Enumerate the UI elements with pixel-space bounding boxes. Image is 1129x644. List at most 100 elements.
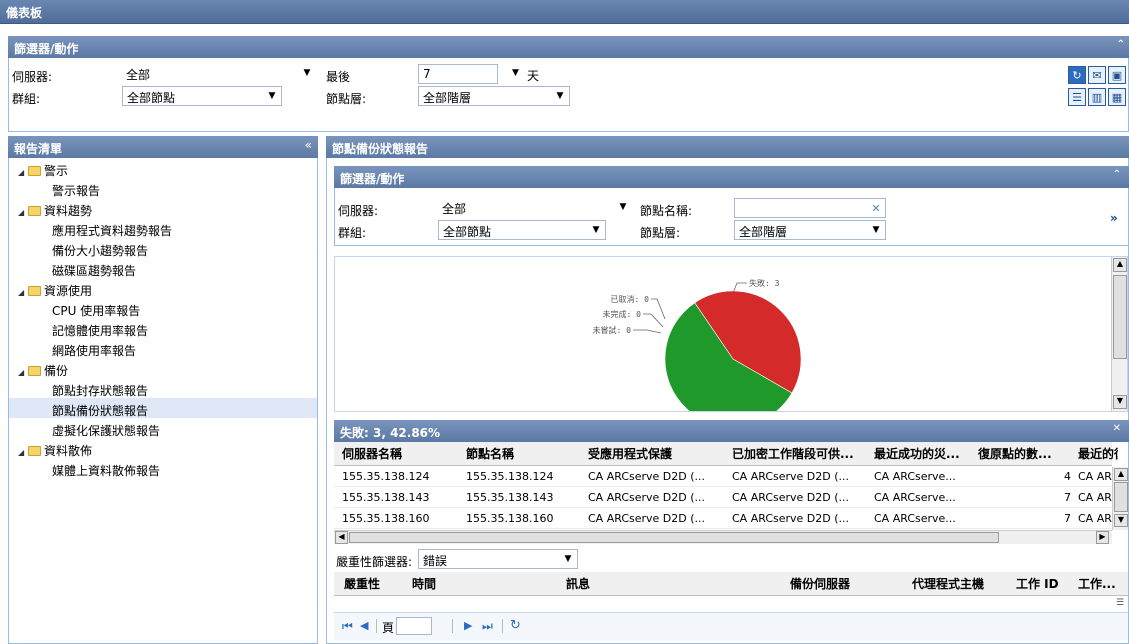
top-filter-title: 篩選器/動作 xyxy=(14,42,79,56)
column-header[interactable]: 訊息 xyxy=(566,575,590,592)
expand-icon[interactable]: ◢ xyxy=(18,208,28,217)
report-item[interactable]: 記憶體使用率報告 xyxy=(52,322,148,339)
severity-value: 錯誤 xyxy=(423,554,448,568)
chart-scrollbar[interactable]: ▲ ▼ xyxy=(1111,257,1127,411)
report-item[interactable]: 網路使用率報告 xyxy=(52,342,136,359)
group-select[interactable]: 全部節點 ▼ xyxy=(122,86,282,106)
expand-right-icon[interactable]: » xyxy=(1110,211,1118,225)
report-item[interactable]: 虛擬化保護狀態報告 xyxy=(52,422,160,439)
list-layout-icon[interactable]: ☰ xyxy=(1068,88,1086,106)
column-header[interactable]: 代理程式主機 xyxy=(912,575,984,592)
three-column-layout-icon[interactable]: ▦ xyxy=(1108,88,1126,106)
scroll-down-icon[interactable]: ▼ xyxy=(1113,395,1127,409)
expand-icon[interactable]: ◢ xyxy=(18,168,28,177)
first-page-icon[interactable]: ⏮ xyxy=(342,619,353,634)
tree-group-data-trends[interactable]: ◢ 資料趨勢 xyxy=(18,202,92,219)
scroll-up-icon[interactable]: ▲ xyxy=(1113,258,1127,272)
collapse-up-icon[interactable]: ⌃ xyxy=(1117,39,1125,50)
column-header[interactable]: 最近成功的災... xyxy=(874,445,976,462)
close-icon[interactable]: ✕ xyxy=(1113,423,1121,434)
report-server-label: 伺服器: xyxy=(338,204,379,218)
chevron-down-icon[interactable]: ▼ xyxy=(263,87,281,105)
report-item[interactable]: 警示報告 xyxy=(52,182,100,199)
previous-page-icon[interactable]: ◀ xyxy=(360,619,368,632)
expand-icon[interactable]: ◢ xyxy=(18,288,28,297)
report-item-selected[interactable]: 節點備份狀態報告 xyxy=(52,402,148,419)
table-row[interactable]: 155.35.138.143 155.35.138.143 CA ARCserv… xyxy=(334,488,1112,508)
column-header[interactable]: 工作 ID xyxy=(1016,575,1059,592)
last-page-icon[interactable]: ⏭ xyxy=(482,619,493,634)
column-header[interactable]: 受應用程式保護 xyxy=(588,445,728,462)
table-row[interactable]: 155.35.138.160 155.35.138.160 CA ARCserv… xyxy=(334,509,1112,529)
column-header[interactable]: 備份伺服器 xyxy=(790,575,850,592)
collapse-left-icon[interactable]: « xyxy=(305,138,312,152)
report-item[interactable]: CPU 使用率報告 xyxy=(52,302,140,319)
page-number-input[interactable] xyxy=(396,617,432,635)
column-header[interactable]: 伺服器名稱 xyxy=(342,445,462,462)
server-select[interactable]: 全部 ▼ xyxy=(122,64,316,84)
last-unit: 天 xyxy=(527,69,540,83)
tree-group-backup[interactable]: ◢ 備份 xyxy=(18,362,68,379)
refresh-icon[interactable]: ↻ xyxy=(510,618,521,633)
table-vertical-scrollbar[interactable]: ▲ ▼ xyxy=(1112,467,1128,530)
scroll-down-icon[interactable]: ▼ xyxy=(1114,514,1128,527)
two-column-layout-icon[interactable]: ▥ xyxy=(1088,88,1106,106)
scroll-thumb[interactable] xyxy=(1114,482,1128,512)
report-list-title: 報告清單 xyxy=(14,142,63,156)
tree-group-alerts[interactable]: ◢ 警示 xyxy=(18,162,68,179)
severity-select[interactable]: 錯誤 ▼ xyxy=(418,549,578,569)
report-item[interactable]: 磁碟區趨勢報告 xyxy=(52,262,136,279)
clear-icon[interactable]: ✕ xyxy=(867,199,885,217)
table-header-row: 伺服器名稱 節點名稱 受應用程式保護 已加密工作階段可供... 最近成功的災..… xyxy=(334,442,1118,466)
scroll-left-icon[interactable]: ◀ xyxy=(335,531,348,544)
report-node-tier-select[interactable]: 全部階層 ▼ xyxy=(734,220,886,240)
next-page-icon[interactable]: ▶ xyxy=(464,619,472,632)
log-menu-icon[interactable]: ☰ xyxy=(1116,598,1126,608)
label-failed: 失敗: 3 xyxy=(749,278,780,288)
report-item[interactable]: 應用程式資料趨勢報告 xyxy=(52,222,172,239)
report-item[interactable]: 備份大小趨勢報告 xyxy=(52,242,148,259)
top-filter-header: 篩選器/動作 ⌃ xyxy=(8,36,1129,58)
label-incomplete: 未完成: 0 xyxy=(603,309,642,319)
table-horizontal-scrollbar[interactable]: ◀ ▶ xyxy=(334,530,1112,544)
expand-icon[interactable]: ◢ xyxy=(18,368,28,377)
chevron-down-icon[interactable]: ▼ xyxy=(614,198,632,216)
column-header[interactable]: 已加密工作階段可供... xyxy=(732,445,872,462)
column-header[interactable]: 嚴重性 xyxy=(344,575,380,592)
scroll-right-icon[interactable]: ▶ xyxy=(1096,531,1109,544)
scroll-thumb[interactable] xyxy=(1113,275,1127,359)
chevron-down-icon[interactable]: ▼ xyxy=(298,64,316,82)
chevron-down-icon[interactable]: ▼ xyxy=(559,550,577,568)
chevron-down-icon[interactable]: ▼ xyxy=(512,68,519,78)
chevron-down-icon[interactable]: ▼ xyxy=(551,87,569,105)
column-header[interactable]: 節點名稱 xyxy=(466,445,584,462)
report-group-select[interactable]: 全部節點 ▼ xyxy=(438,220,606,240)
tree-group-data-distribution[interactable]: ◢ 資料散佈 xyxy=(18,442,92,459)
report-item[interactable]: 媒體上資料散佈報告 xyxy=(52,462,160,479)
node-name-input[interactable]: ✕ xyxy=(734,198,886,218)
folder-icon xyxy=(28,286,41,296)
scroll-up-icon[interactable]: ▲ xyxy=(1114,468,1128,481)
app-title-bar: 儀表板 xyxy=(0,0,1129,24)
column-header[interactable]: 工作... xyxy=(1078,575,1116,592)
report-server-select[interactable]: 全部 ▼ xyxy=(438,198,632,218)
column-header[interactable]: 復原點的數... xyxy=(978,445,1074,462)
expand-icon[interactable]: ◢ xyxy=(18,448,28,457)
report-group-label: 群組: xyxy=(338,226,367,240)
refresh-icon[interactable]: ↻ xyxy=(1068,66,1086,84)
collapse-up-icon[interactable]: ⌃ xyxy=(1113,169,1121,180)
table-row[interactable]: 155.35.138.124 155.35.138.124 CA ARCserv… xyxy=(334,467,1112,487)
email-icon[interactable]: ✉ xyxy=(1088,66,1106,84)
group-value: 全部節點 xyxy=(127,91,176,105)
tree-group-resource-usage[interactable]: ◢ 資源使用 xyxy=(18,282,92,299)
chevron-down-icon[interactable]: ▼ xyxy=(867,221,885,239)
node-tier-select[interactable]: 全部階層 ▼ xyxy=(418,86,570,106)
scroll-thumb[interactable] xyxy=(349,532,999,543)
column-header[interactable]: 最近的復 xyxy=(1078,445,1118,462)
label-not-attempted: 未嘗試: 0 xyxy=(593,325,632,335)
last-days-input[interactable]: 7 xyxy=(418,64,498,84)
column-header[interactable]: 時間 xyxy=(412,575,436,592)
chevron-down-icon[interactable]: ▼ xyxy=(587,221,605,239)
export-icon[interactable]: ▣ xyxy=(1108,66,1126,84)
report-item[interactable]: 節點封存狀態報告 xyxy=(52,382,148,399)
